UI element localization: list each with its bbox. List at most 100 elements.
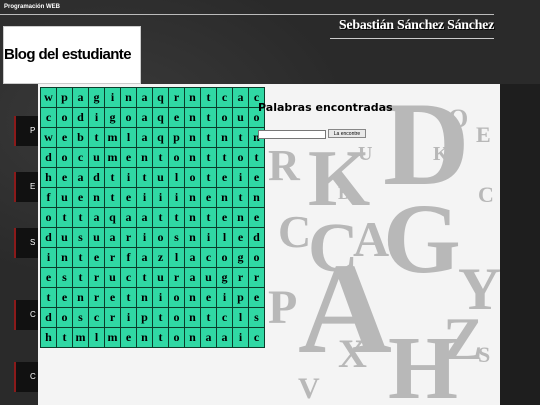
grid-cell[interactable]: t — [200, 147, 217, 168]
grid-cell[interactable]: i — [232, 327, 249, 348]
grid-cell[interactable]: q — [152, 87, 169, 108]
found-word-button[interactable]: La encontre — [328, 129, 366, 138]
grid-cell[interactable]: g — [232, 247, 249, 268]
grid-cell[interactable]: e — [40, 267, 57, 288]
grid-cell[interactable]: a — [136, 207, 153, 228]
grid-cell[interactable]: a — [72, 87, 89, 108]
grid-cell[interactable]: t — [72, 267, 89, 288]
grid-cell[interactable]: c — [40, 107, 57, 128]
grid-cell[interactable]: t — [216, 147, 233, 168]
grid-cell[interactable]: a — [232, 87, 249, 108]
sidebar-tab-2[interactable]: E — [14, 172, 38, 202]
grid-cell[interactable]: l — [168, 247, 185, 268]
grid-cell[interactable]: t — [200, 87, 217, 108]
grid-cell[interactable]: e — [72, 187, 89, 208]
grid-cell[interactable]: s — [72, 227, 89, 248]
grid-cell[interactable]: i — [216, 287, 233, 308]
grid-cell[interactable]: e — [248, 207, 265, 228]
grid-cell[interactable]: r — [248, 267, 265, 288]
grid-cell[interactable]: e — [56, 287, 73, 308]
grid-cell[interactable]: i — [120, 307, 137, 328]
grid-cell[interactable]: d — [40, 307, 57, 328]
grid-cell[interactable]: u — [104, 267, 121, 288]
grid-cell[interactable]: t — [72, 207, 89, 228]
grid-cell[interactable]: a — [136, 247, 153, 268]
grid-cell[interactable]: l — [216, 227, 233, 248]
found-word-input[interactable] — [258, 130, 326, 139]
grid-cell[interactable]: n — [56, 247, 73, 268]
grid-cell[interactable]: s — [56, 267, 73, 288]
grid-cell[interactable]: i — [104, 87, 121, 108]
grid-cell[interactable]: h — [40, 167, 57, 188]
grid-cell[interactable]: o — [168, 327, 185, 348]
grid-cell[interactable]: e — [248, 287, 265, 308]
grid-cell[interactable]: p — [168, 127, 185, 148]
grid-cell[interactable]: o — [56, 147, 73, 168]
grid-cell[interactable]: u — [200, 267, 217, 288]
grid-cell[interactable]: o — [56, 307, 73, 328]
grid-cell[interactable]: u — [88, 147, 105, 168]
grid-cell[interactable]: t — [200, 107, 217, 128]
grid-cell[interactable]: h — [40, 327, 57, 348]
grid-cell[interactable]: i — [120, 167, 137, 188]
grid-cell[interactable]: u — [152, 167, 169, 188]
grid-cell[interactable]: w — [40, 87, 57, 108]
grid-cell[interactable]: n — [184, 107, 201, 128]
grid-cell[interactable]: n — [232, 207, 249, 228]
grid-cell[interactable]: n — [184, 227, 201, 248]
grid-cell[interactable]: r — [88, 267, 105, 288]
grid-cell[interactable]: z — [152, 247, 169, 268]
grid-cell[interactable]: e — [104, 287, 121, 308]
grid-cell[interactable]: t — [168, 207, 185, 228]
grid-cell[interactable]: c — [72, 147, 89, 168]
grid-cell[interactable]: a — [216, 327, 233, 348]
grid-cell[interactable]: t — [232, 187, 249, 208]
grid-cell[interactable]: n — [120, 87, 137, 108]
grid-cell[interactable]: o — [56, 107, 73, 128]
blog-header-box[interactable]: Blog del estudiante — [3, 26, 141, 84]
grid-cell[interactable]: i — [152, 287, 169, 308]
grid-cell[interactable]: n — [136, 287, 153, 308]
grid-cell[interactable]: o — [120, 107, 137, 128]
grid-cell[interactable]: t — [136, 167, 153, 188]
grid-cell[interactable]: t — [152, 327, 169, 348]
grid-cell[interactable]: n — [184, 147, 201, 168]
grid-cell[interactable]: n — [216, 187, 233, 208]
grid-cell[interactable]: r — [232, 267, 249, 288]
grid-cell[interactable]: r — [88, 287, 105, 308]
grid-cell[interactable]: p — [136, 307, 153, 328]
grid-cell[interactable]: i — [232, 167, 249, 188]
grid-cell[interactable]: t — [248, 147, 265, 168]
grid-cell[interactable]: i — [40, 247, 57, 268]
grid-cell[interactable]: f — [120, 247, 137, 268]
grid-cell[interactable]: t — [40, 287, 57, 308]
grid-cell[interactable]: t — [104, 187, 121, 208]
grid-cell[interactable]: e — [88, 247, 105, 268]
grid-cell[interactable]: e — [200, 187, 217, 208]
grid-cell[interactable]: t — [200, 307, 217, 328]
grid-cell[interactable]: u — [56, 187, 73, 208]
grid-cell[interactable]: n — [136, 147, 153, 168]
grid-cell[interactable]: g — [104, 107, 121, 128]
grid-cell[interactable]: u — [88, 227, 105, 248]
grid-cell[interactable]: n — [184, 127, 201, 148]
grid-cell[interactable]: t — [232, 127, 249, 148]
word-search-grid[interactable]: wpaginaqrntcaccodigoaqentouowebtmlaqpntn… — [40, 87, 265, 348]
grid-cell[interactable]: n — [248, 187, 265, 208]
grid-cell[interactable]: a — [120, 207, 137, 228]
grid-cell[interactable]: o — [168, 287, 185, 308]
grid-cell[interactable]: c — [216, 87, 233, 108]
grid-cell[interactable]: o — [216, 107, 233, 128]
grid-cell[interactable]: e — [120, 187, 137, 208]
grid-cell[interactable]: g — [88, 87, 105, 108]
grid-cell[interactable]: e — [216, 207, 233, 228]
grid-cell[interactable]: q — [104, 207, 121, 228]
grid-cell[interactable]: n — [184, 207, 201, 228]
grid-cell[interactable]: r — [104, 247, 121, 268]
grid-cell[interactable]: m — [104, 327, 121, 348]
grid-cell[interactable]: n — [136, 327, 153, 348]
grid-cell[interactable]: n — [184, 87, 201, 108]
grid-cell[interactable]: i — [152, 187, 169, 208]
grid-cell[interactable]: t — [56, 327, 73, 348]
grid-cell[interactable]: o — [168, 147, 185, 168]
